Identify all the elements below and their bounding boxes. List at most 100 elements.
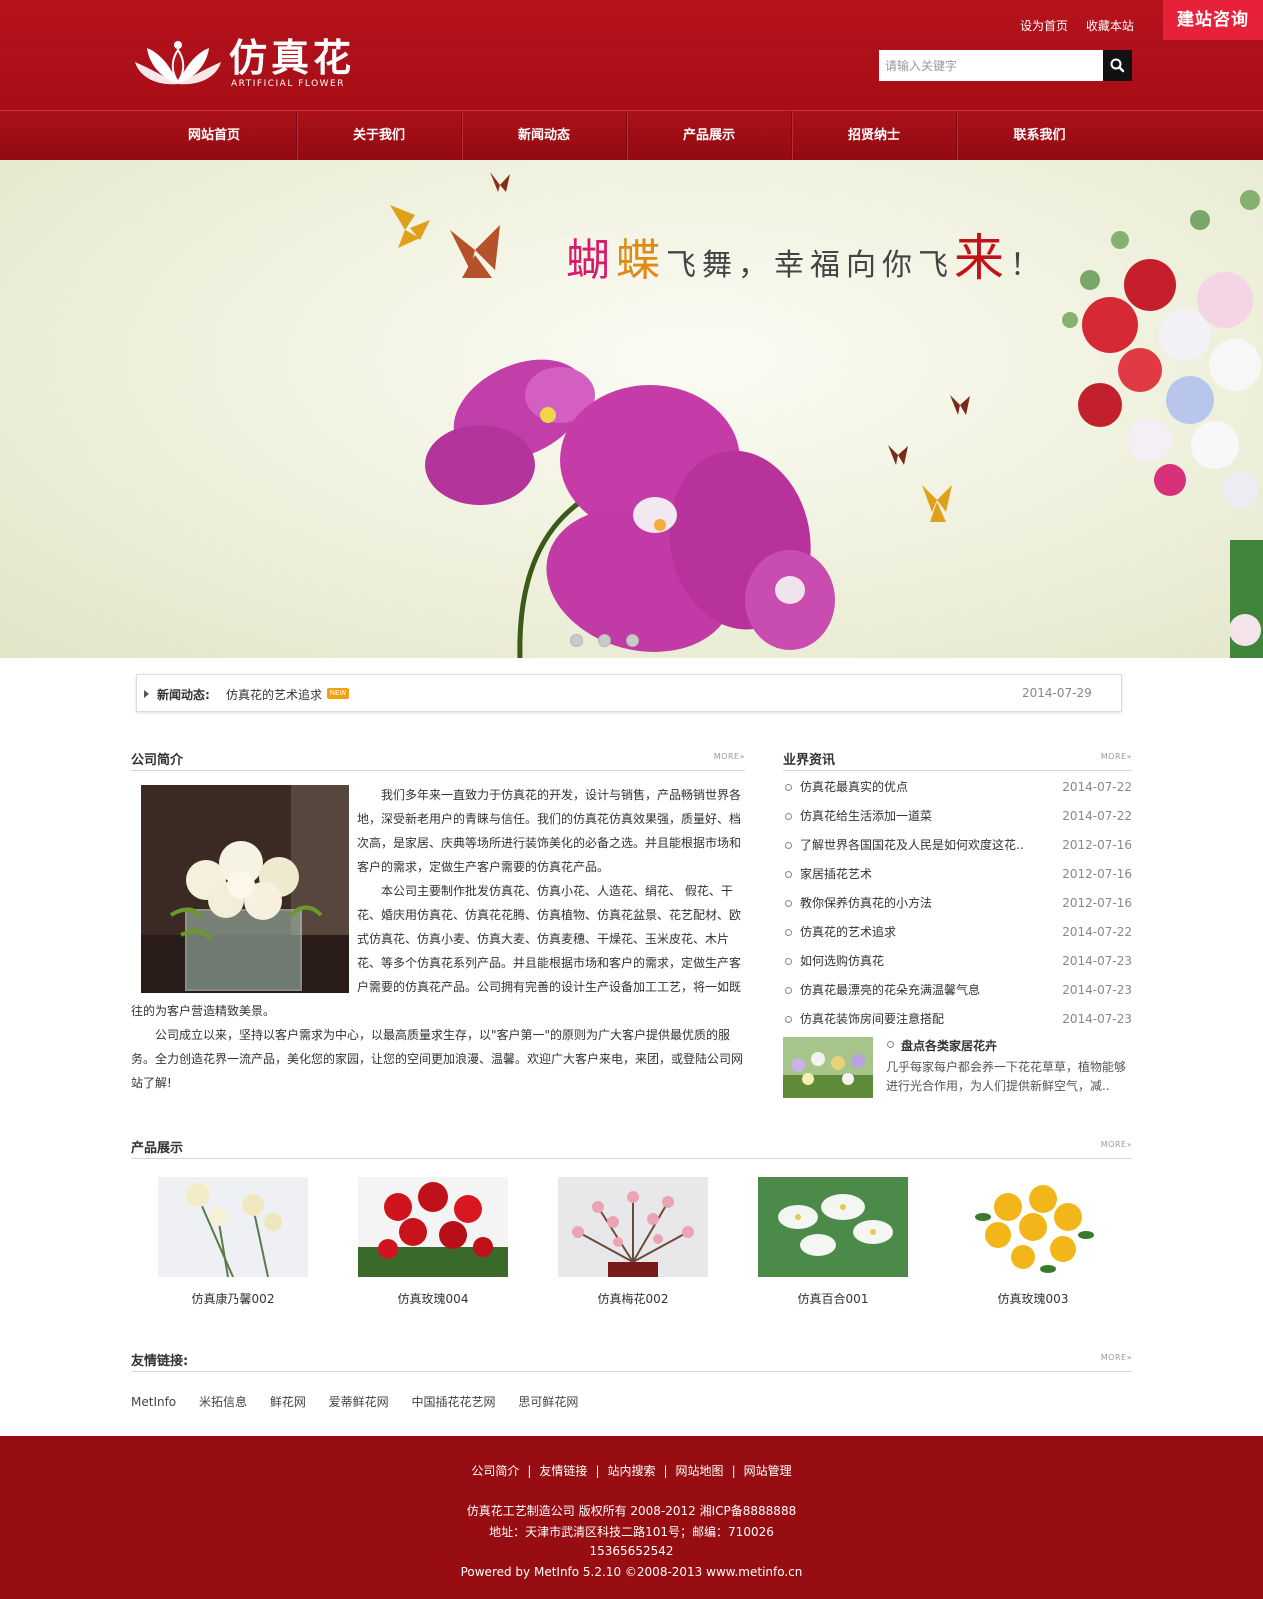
industry-feature[interactable]: 盘点各类家居花卉 几乎每家每户都会养一下花花草草，植物能够进行光合作用，为人们提…: [783, 1037, 1132, 1099]
news-date: 2014-07-23: [1062, 954, 1132, 968]
product-name: 仿真康乃馨002: [191, 1292, 275, 1306]
feature-image: [783, 1037, 873, 1098]
footer-copyright: 仿真花工艺制造公司 版权所有 2008-2012 湘ICP备8888888: [466, 1504, 797, 1518]
footer-powered[interactable]: Powered by MetInfo 5.2.10 ©2008-2013 www…: [0, 1565, 1263, 1579]
slogan-part2: 蝶: [616, 235, 666, 286]
orchid-flower: [425, 359, 835, 658]
product-card[interactable]: 仿真梅花002: [558, 1177, 708, 1307]
product-image: [758, 1177, 908, 1277]
links-section-header: 友情链接: MORE»: [131, 1350, 1132, 1372]
news-date: 2014-07-22: [1062, 780, 1132, 794]
list-item[interactable]: 仿真花的艺术追求 2014-07-22: [783, 918, 1132, 947]
friend-link[interactable]: 米拓信息: [199, 1395, 247, 1409]
nav-about[interactable]: 关于我们: [297, 111, 462, 160]
set-homepage-link[interactable]: 设为首页: [1020, 19, 1068, 33]
footer-nav: 公司简介 | 友情链接 | 站内搜索 | 网站地图 | 网站管理: [471, 1464, 792, 1478]
product-image: [958, 1177, 1108, 1277]
footer-address: 地址：天津市武清区科技二路101号；邮编：710026: [489, 1525, 774, 1539]
banner-slogan: 蝴蝶飞舞，幸福向你飞来！: [566, 218, 1046, 290]
nav-products[interactable]: 产品展示: [627, 111, 792, 160]
news-title: 仿真花最漂亮的花朵充满温馨气息: [800, 983, 981, 997]
footer-phone: 15365652542: [589, 1544, 674, 1558]
news-title: 仿真花最真实的优点: [800, 780, 909, 794]
nav-home[interactable]: 网站首页: [132, 111, 297, 160]
list-item[interactable]: 家居插花艺术 2012-07-16: [783, 860, 1132, 889]
footer-link-search[interactable]: 站内搜索: [607, 1464, 655, 1478]
slogan-part4: 来: [954, 229, 1010, 287]
news-date: 2014-07-23: [1062, 983, 1132, 997]
circle-bullet-icon: [785, 871, 792, 878]
circle-bullet-icon: [785, 1016, 792, 1023]
bouquet-flowers: [1062, 190, 1263, 658]
site-logo[interactable]: 仿真花 ARTIFICIAL FLOWER: [135, 34, 355, 94]
circle-bullet-icon: [785, 842, 792, 849]
industry-more-link[interactable]: MORE»: [1101, 752, 1132, 761]
product-image: [158, 1177, 308, 1277]
list-item[interactable]: 仿真花最真实的优点 2014-07-22: [783, 773, 1132, 802]
feature-title: 盘点各类家居花卉: [901, 1039, 998, 1053]
industry-section-header: 业界资讯 MORE»: [783, 749, 1132, 771]
intro-section-header: 公司简介 MORE»: [131, 749, 745, 771]
butterfly-icon: [490, 172, 510, 192]
search-box: [879, 50, 1132, 81]
consult-button[interactable]: 建站咨询: [1163, 0, 1263, 40]
search-icon: [1110, 58, 1125, 73]
friend-link[interactable]: 思可鲜花网: [518, 1395, 578, 1409]
industry-title: 业界资讯: [783, 753, 836, 768]
news-date: 2014-07-22: [1062, 925, 1132, 939]
list-item[interactable]: 仿真花装饰房间要注意搭配 2014-07-23: [783, 1005, 1132, 1034]
footer-link-about[interactable]: 公司简介: [471, 1464, 519, 1478]
news-date: 2012-07-16: [1062, 867, 1132, 881]
circle-bullet-icon: [887, 1041, 894, 1048]
friend-link[interactable]: 鲜花网: [270, 1395, 306, 1409]
nav-contact[interactable]: 联系我们: [957, 111, 1122, 160]
nav-news[interactable]: 新闻动态: [462, 111, 627, 160]
arrow-right-icon: [144, 690, 149, 698]
products-more-link[interactable]: MORE»: [1101, 1140, 1132, 1149]
friend-link[interactable]: MetInfo: [131, 1395, 176, 1409]
footer-link-links[interactable]: 友情链接: [539, 1464, 587, 1478]
product-card[interactable]: 仿真百合001: [758, 1177, 908, 1307]
product-card[interactable]: 仿真玫瑰004: [358, 1177, 508, 1307]
list-item[interactable]: 如何选购仿真花 2014-07-23: [783, 947, 1132, 976]
footer-link-sitemap[interactable]: 网站地图: [676, 1464, 724, 1478]
bookmark-link[interactable]: 收藏本站: [1086, 19, 1134, 33]
industry-news-list: 仿真花最真实的优点 2014-07-22 仿真花给生活添加一道菜 2014-07-2…: [783, 773, 1132, 1034]
footer-link-admin[interactable]: 网站管理: [744, 1464, 792, 1478]
friend-links: MetInfo 米拓信息 鲜花网 爱蒂鲜花网 中国插花花艺网 思可鲜花网: [131, 1393, 597, 1410]
circle-bullet-icon: [785, 813, 792, 820]
news-title: 如何选购仿真花: [800, 954, 885, 968]
slide-dot-1[interactable]: [570, 634, 583, 647]
slide-dot-3[interactable]: [626, 634, 639, 647]
product-card[interactable]: 仿真康乃馨002: [158, 1177, 308, 1307]
hero-banner[interactable]: 蝴蝶飞舞，幸福向你飞来！: [0, 160, 1263, 658]
nav-jobs[interactable]: 招贤纳士: [792, 111, 957, 160]
list-item[interactable]: 仿真花给生活添加一道菜 2014-07-22: [783, 802, 1132, 831]
intro-more-link[interactable]: MORE»: [714, 752, 745, 761]
search-button[interactable]: [1103, 50, 1132, 81]
slide-dot-2[interactable]: [598, 634, 611, 647]
circle-bullet-icon: [785, 958, 792, 965]
logo-subtitle: ARTIFICIAL FLOWER: [231, 79, 346, 89]
links-more-link[interactable]: MORE»: [1101, 1353, 1132, 1362]
slogan-part1: 蝴: [566, 235, 616, 286]
circle-bullet-icon: [785, 929, 792, 936]
news-ticker: 新闻动态: 仿真花的艺术追求 NEW 2014-07-29: [136, 674, 1122, 712]
slogan-part3: 飞舞，幸福向你飞: [666, 248, 954, 283]
list-item[interactable]: 了解世界各国国花及人民是如何欢度这花.. 2012-07-16: [783, 831, 1132, 860]
list-item[interactable]: 教你保养仿真花的小方法 2012-07-16: [783, 889, 1132, 918]
product-image: [558, 1177, 708, 1277]
list-item[interactable]: 仿真花最漂亮的花朵充满温馨气息 2014-07-23: [783, 976, 1132, 1005]
product-name: 仿真玫瑰004: [397, 1292, 469, 1306]
news-title: 教你保养仿真花的小方法: [800, 896, 933, 910]
friend-link[interactable]: 中国插花花艺网: [412, 1395, 496, 1409]
banner-dots: [570, 634, 639, 647]
product-name: 仿真百合001: [797, 1292, 869, 1306]
friend-link[interactable]: 爱蒂鲜花网: [329, 1395, 389, 1409]
butterfly-icon: [922, 485, 952, 522]
product-card[interactable]: 仿真玫瑰003: [958, 1177, 1108, 1307]
news-date: 2012-07-16: [1062, 896, 1132, 910]
butterfly-icon: [450, 225, 500, 278]
news-ticker-title[interactable]: 仿真花的艺术追求: [226, 686, 322, 703]
search-input[interactable]: [879, 50, 1102, 81]
